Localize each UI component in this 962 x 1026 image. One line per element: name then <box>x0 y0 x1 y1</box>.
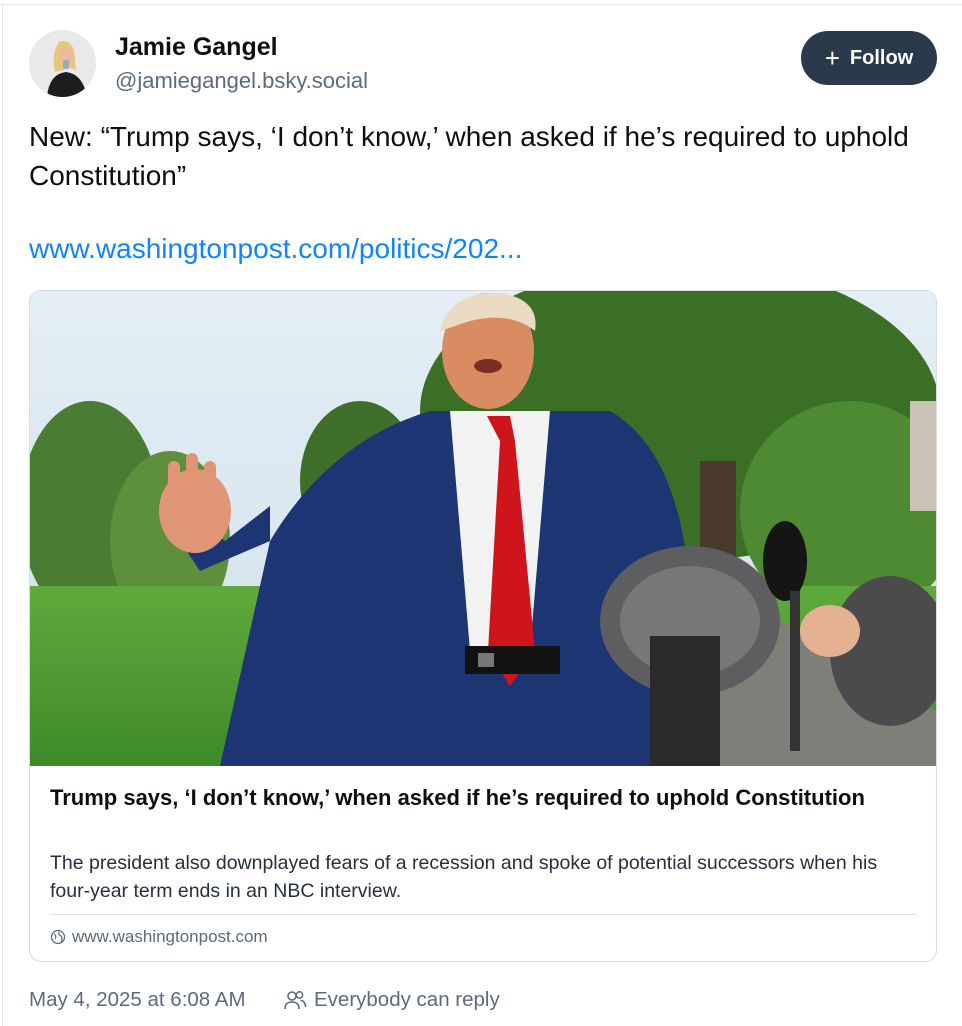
reply-setting[interactable]: Everybody can reply <box>283 988 500 1012</box>
article-photo-icon <box>30 291 936 766</box>
avatar[interactable] <box>29 30 96 97</box>
top-border <box>0 0 962 5</box>
card-title: Trump says, ‘I don’t know,’ when asked i… <box>50 785 865 810</box>
card-domain: www.washingtonpost.com <box>50 927 268 947</box>
card-domain-text: www.washingtonpost.com <box>72 927 268 946</box>
people-icon <box>284 991 307 1010</box>
left-border <box>2 5 3 1026</box>
card-divider <box>50 914 916 915</box>
link-card[interactable]: Trump says, ‘I don’t know,’ when asked i… <box>29 290 937 962</box>
author-display-name[interactable]: Jamie Gangel <box>115 33 278 62</box>
post-link[interactable]: www.washingtonpost.com/politics/202... <box>29 233 522 265</box>
reply-setting-label: Everybody can reply <box>314 988 500 1011</box>
follow-label: Follow <box>849 46 914 69</box>
globe-icon <box>50 929 66 945</box>
card-description: The president also downplayed fears of a… <box>50 852 878 902</box>
post-timestamp[interactable]: May 4, 2025 at 6:08 AM <box>29 988 246 1012</box>
plus-icon: + <box>824 43 840 73</box>
follow-button[interactable]: + Follow <box>801 31 937 85</box>
author-handle[interactable]: @jamiegangel.bsky.social <box>115 68 368 94</box>
post-text: New: “Trump says, ‘I don’t know,’ when a… <box>29 121 909 191</box>
person-avatar-icon <box>29 30 96 97</box>
